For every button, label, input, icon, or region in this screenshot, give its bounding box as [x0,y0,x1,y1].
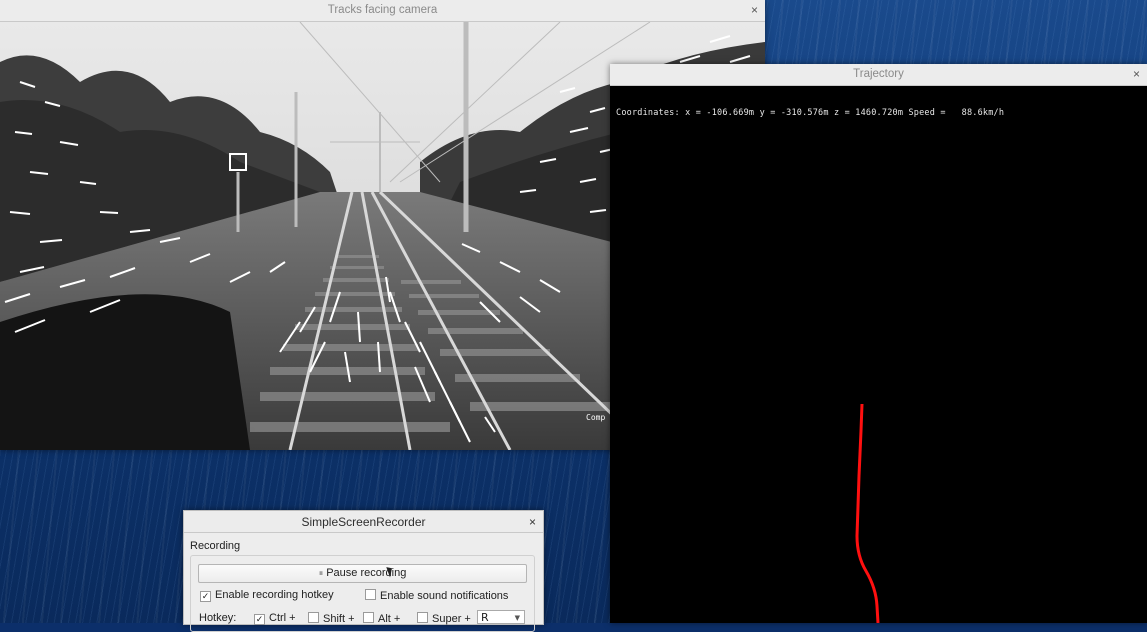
hotkey-key-value: R [481,611,489,624]
ctrl-label: Ctrl + [269,612,296,624]
pause-recording-label: Pause recording [326,567,407,579]
trajectory-window-title: Trajectory [853,68,904,80]
close-icon[interactable]: × [529,511,536,533]
enable-hotkey-row[interactable]: ✓ Enable recording hotkey [200,589,334,602]
enable-hotkey-label: Enable recording hotkey [215,589,334,601]
ctrl-modifier[interactable]: ✓ Ctrl + [254,612,296,625]
ctrl-checkbox[interactable]: ✓ [254,614,265,625]
trajectory-canvas: Coordinates: x = -106.669m y = -310.576m… [610,86,1147,623]
camera-overlay-text: Comp [586,413,605,422]
close-icon[interactable]: × [751,0,758,21]
shift-checkbox[interactable] [308,612,319,623]
recorder-titlebar[interactable]: SimpleScreenRecorder × [184,511,543,533]
hotkey-key-select[interactable]: R ▼ [477,610,525,624]
trajectory-trace [855,403,880,623]
recorder-window: SimpleScreenRecorder × Recording ⏸ Pause … [183,510,544,632]
recording-group-label: Recording [190,540,241,552]
super-checkbox[interactable] [417,612,428,623]
camera-titlebar[interactable]: Tracks facing camera × [0,0,765,22]
alt-modifier[interactable]: Alt + [363,612,400,626]
sound-notifications-checkbox[interactable] [365,589,376,600]
enable-hotkey-checkbox[interactable]: ✓ [200,591,211,602]
shift-label: Shift + [323,613,355,625]
trajectory-plot [855,403,880,623]
pause-recording-button[interactable]: ⏸ Pause recording [198,564,527,583]
shift-modifier[interactable]: Shift + [308,612,355,626]
pause-icon: ⏸ [318,568,324,578]
alt-label: Alt + [378,613,401,625]
trajectory-window: Trajectory × Coordinates: x = -106.669m … [610,64,1147,623]
close-icon[interactable]: × [1133,64,1140,85]
camera-window-title: Tracks facing camera [327,4,438,16]
sound-notifications-label: Enable sound notifications [380,590,509,602]
trajectory-titlebar[interactable]: Trajectory × [610,64,1147,86]
alt-checkbox[interactable] [363,612,374,623]
super-modifier[interactable]: Super + [417,612,471,626]
hotkey-label: Hotkey: [199,612,237,624]
recorder-window-title: SimpleScreenRecorder [301,515,426,529]
sound-notifications-row[interactable]: Enable sound notifications [365,589,508,603]
super-label: Super + [432,613,471,625]
